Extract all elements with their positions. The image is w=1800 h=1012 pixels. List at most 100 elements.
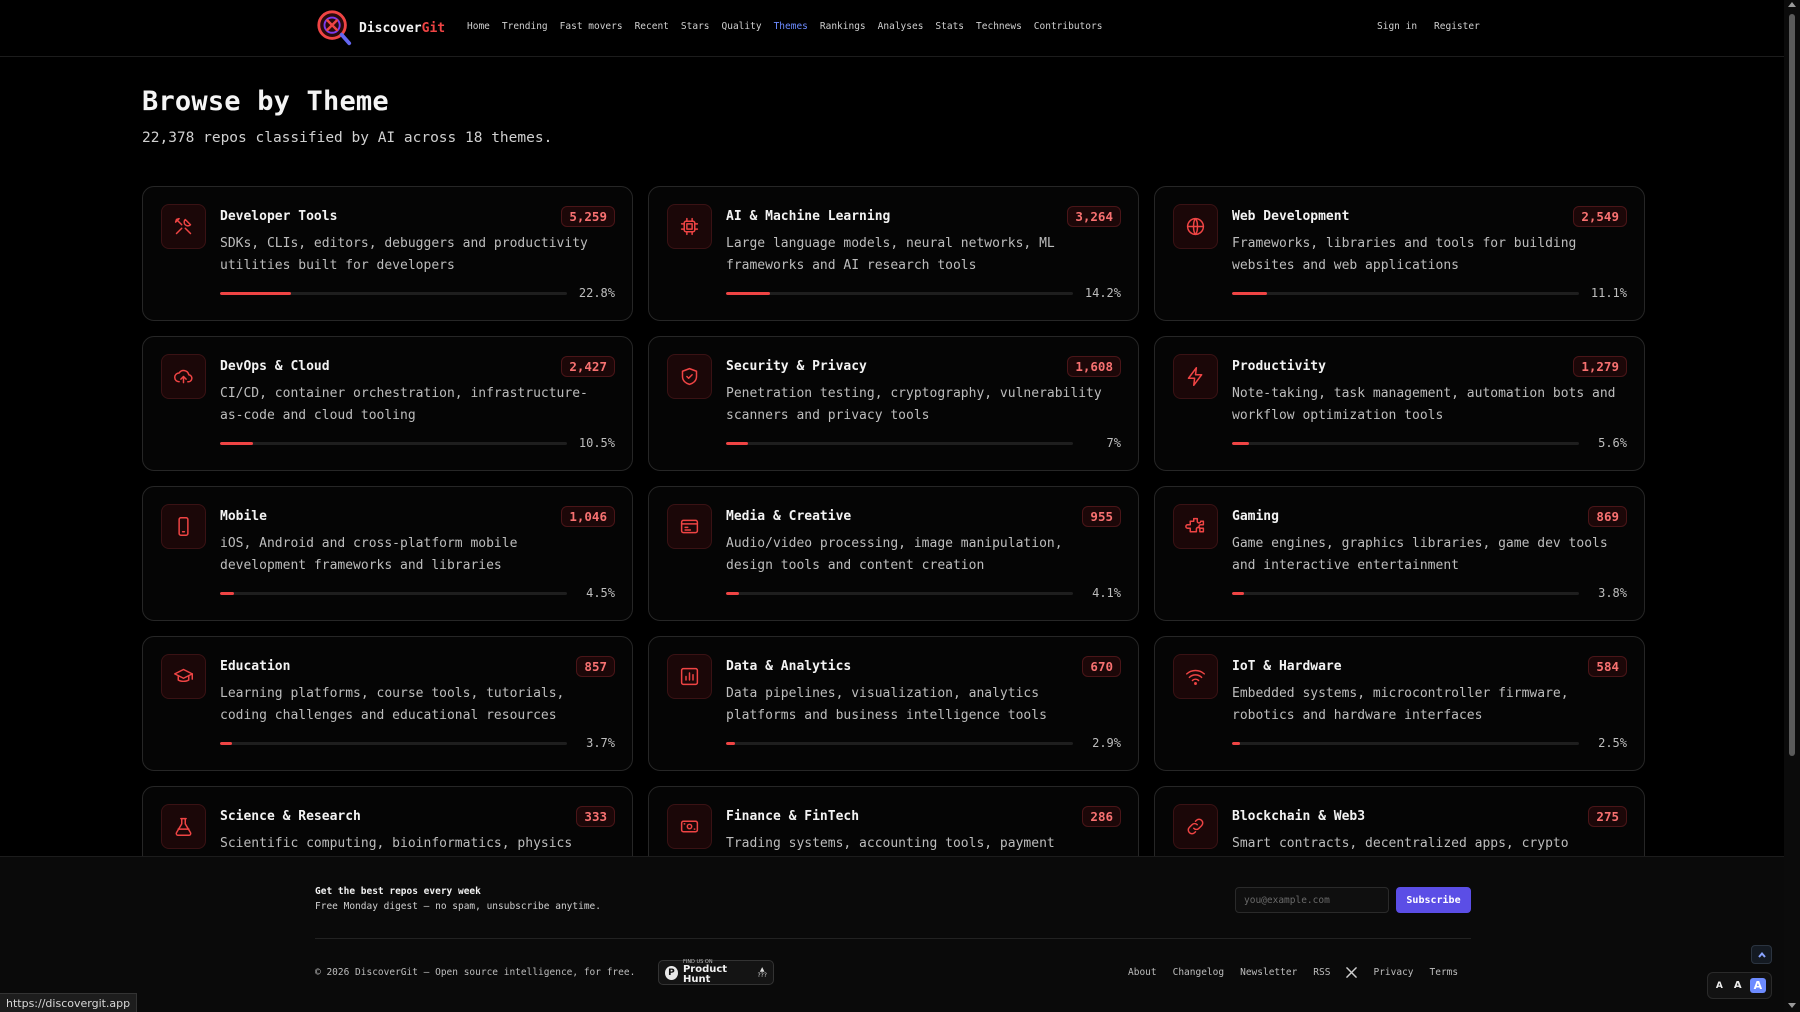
- theme-name: Blockchain & Web3: [1232, 809, 1366, 824]
- theme-count-badge: 3,264: [1067, 206, 1121, 227]
- theme-icon-box: [667, 354, 712, 399]
- theme-card-iot-and-hardware[interactable]: IoT & Hardware 584 Embedded systems, micro…: [1154, 636, 1645, 771]
- theme-description: Penetration testing, cryptography, vulne…: [726, 386, 1102, 423]
- theme-icon-box: [161, 354, 206, 399]
- newsletter-title: Get the best repos every week: [315, 886, 481, 897]
- theme-name: IoT & Hardware: [1232, 659, 1342, 674]
- theme-progress-fill: [1232, 742, 1240, 745]
- theme-name: Finance & FinTech: [726, 809, 860, 824]
- link-icon: [1187, 818, 1204, 835]
- nav-link-home[interactable]: Home: [467, 21, 490, 32]
- font-size-toggle: A A A: [1707, 972, 1772, 999]
- status-bar-url: https://discovergit.app: [0, 993, 138, 1012]
- footer-link-changelog[interactable]: Changelog: [1173, 967, 1224, 978]
- theme-progress-bar: [726, 742, 1073, 745]
- top-nav: DiscoverGit Home Trending Fast movers Recen…: [0, 0, 1784, 57]
- theme-card-data-and-analytics[interactable]: Data & Analytics 670 Data pipelines, visua…: [648, 636, 1139, 771]
- theme-progress-bar: [220, 442, 567, 445]
- product-hunt-label: Product Hunt: [682, 964, 728, 985]
- theme-icon-box: [1173, 654, 1218, 699]
- shield-check-icon: [681, 367, 698, 386]
- theme-name: Productivity: [1232, 359, 1326, 374]
- theme-card-ai-and-machine-learning[interactable]: AI & Machine Learning 3,264 Large language…: [648, 186, 1139, 321]
- product-hunt-badge[interactable]: P FIND US ON Product Hunt ▲ ???: [658, 960, 774, 985]
- theme-count-badge: 869: [1588, 506, 1627, 527]
- theme-card-devops-and-cloud[interactable]: DevOps & Cloud 2,427 CI/CD, container orch…: [142, 336, 633, 471]
- nav-link-analyses[interactable]: Analyses: [878, 21, 924, 32]
- theme-percent: 4.5%: [586, 586, 615, 600]
- scrollbar[interactable]: [1784, 0, 1800, 1012]
- theme-name: Gaming: [1232, 509, 1279, 524]
- scroll-up-icon[interactable]: [1788, 2, 1796, 7]
- nav-link-stats[interactable]: Stats: [935, 21, 964, 32]
- footer: Get the best repos every week Free Monda…: [0, 856, 1784, 1012]
- scroll-down-icon[interactable]: [1788, 1003, 1796, 1008]
- back-to-top-button[interactable]: [1751, 945, 1772, 964]
- theme-description: CI/CD, container orchestration, infrastr…: [220, 386, 588, 423]
- theme-name: Web Development: [1232, 209, 1350, 224]
- nav-link-fast-movers[interactable]: Fast movers: [560, 21, 623, 32]
- theme-count-badge: 955: [1082, 506, 1121, 527]
- theme-progress-bar: [726, 442, 1073, 445]
- email-input[interactable]: [1235, 887, 1389, 913]
- theme-progress-bar: [1232, 442, 1579, 445]
- theme-progress-fill: [220, 742, 232, 745]
- smartphone-icon: [178, 517, 189, 536]
- font-size-large[interactable]: A: [1749, 978, 1767, 993]
- theme-icon-box: [1173, 354, 1218, 399]
- theme-count-badge: 333: [576, 806, 615, 827]
- theme-card-education[interactable]: Education 857 Learning platforms, course t…: [142, 636, 633, 771]
- nav-link-trending[interactable]: Trending: [502, 21, 548, 32]
- footer-link-newsletter[interactable]: Newsletter: [1240, 967, 1297, 978]
- theme-icon-box: [1173, 504, 1218, 549]
- nav-link-contributors[interactable]: Contributors: [1034, 21, 1103, 32]
- scroll-thumb[interactable]: [1789, 14, 1795, 756]
- theme-progress-fill: [1232, 592, 1244, 595]
- footer-link-about[interactable]: About: [1128, 967, 1157, 978]
- subscribe-button[interactable]: Subscribe: [1396, 887, 1471, 913]
- theme-name: Security & Privacy: [726, 359, 867, 374]
- nav-link-recent[interactable]: Recent: [635, 21, 669, 32]
- footer-link-terms[interactable]: Terms: [1430, 967, 1459, 978]
- theme-card-mobile[interactable]: Mobile 1,046 iOS, Android and cross-platfo…: [142, 486, 633, 621]
- font-size-small[interactable]: A: [1713, 979, 1726, 993]
- register-link[interactable]: Register: [1434, 21, 1480, 32]
- nav-link-rankings[interactable]: Rankings: [820, 21, 866, 32]
- theme-count-badge: 1,046: [561, 506, 615, 527]
- theme-card-security-and-privacy[interactable]: Security & Privacy 1,608 Penetration testi…: [648, 336, 1139, 471]
- nav-link-technews[interactable]: Technews: [976, 21, 1022, 32]
- theme-count-badge: 857: [576, 656, 615, 677]
- footer-link-rss[interactable]: RSS: [1313, 967, 1330, 978]
- theme-card-gaming[interactable]: Gaming 869 Game engines, graphics librarie…: [1154, 486, 1645, 621]
- theme-percent: 22.8%: [578, 286, 615, 300]
- page-subtitle: 22,378 repos classified by AI across 18 …: [142, 130, 553, 146]
- logo[interactable]: DiscoverGit: [315, 8, 445, 48]
- logo-icon: [317, 10, 352, 46]
- nav-link-themes[interactable]: Themes: [774, 21, 808, 32]
- nav-link-stars[interactable]: Stars: [681, 21, 710, 32]
- x-twitter-icon[interactable]: [1346, 967, 1358, 978]
- theme-name: Developer Tools: [220, 209, 338, 224]
- footer-link-privacy[interactable]: Privacy: [1373, 967, 1413, 978]
- graduation-cap-icon: [174, 668, 193, 683]
- product-hunt-icon: P: [665, 965, 678, 980]
- chevron-up-icon: [1757, 951, 1766, 958]
- theme-count-badge: 1,608: [1067, 356, 1121, 377]
- theme-progress-fill: [220, 442, 253, 445]
- theme-description: SDKs, CLIs, editors, debuggers and produ…: [220, 236, 588, 273]
- sign-in-link[interactable]: Sign in: [1377, 21, 1417, 32]
- theme-card-media-and-creative[interactable]: Media & Creative 955 Audio/video processin…: [648, 486, 1139, 621]
- theme-grid: Developer Tools 5,259 SDKs, CLIs, editors,…: [142, 186, 1645, 921]
- nav-link-quality[interactable]: Quality: [722, 21, 762, 32]
- theme-progress-fill: [726, 292, 771, 295]
- theme-card-web-development[interactable]: Web Development 2,549 Frameworks, librarie…: [1154, 186, 1645, 321]
- theme-icon-box: [667, 804, 712, 849]
- theme-card-developer-tools[interactable]: Developer Tools 5,259 SDKs, CLIs, editors,…: [142, 186, 633, 321]
- theme-icon-box: [161, 204, 206, 249]
- theme-card-productivity[interactable]: Productivity 1,279 Note-taking, task manag…: [1154, 336, 1645, 471]
- nav-links: Home Trending Fast movers Recent Stars Qualit…: [467, 21, 1102, 32]
- theme-description: Note-taking, task management, automation…: [1232, 386, 1616, 423]
- font-size-medium[interactable]: A: [1731, 978, 1745, 993]
- theme-progress-fill: [220, 292, 292, 295]
- theme-progress-bar: [220, 292, 567, 295]
